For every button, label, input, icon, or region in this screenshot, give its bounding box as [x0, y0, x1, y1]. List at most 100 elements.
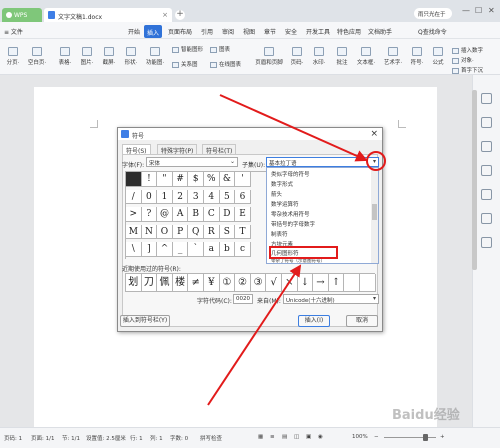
page-number-button[interactable]: 页码· [288, 47, 306, 66]
dropdown-item[interactable]: 数学运算符 [271, 200, 299, 208]
symbol-cell[interactable]: T [235, 224, 251, 240]
recent-symbol[interactable]: 划 [126, 274, 142, 292]
symbol-cell[interactable] [126, 172, 142, 187]
symbol-cell[interactable]: / [126, 189, 142, 205]
symbol-cell[interactable]: 1 [157, 189, 173, 205]
document-tab[interactable]: 文字文稿1.docx × [44, 8, 172, 22]
menu-features[interactable]: 特色应用 [337, 27, 361, 36]
close-tab-icon[interactable]: × [162, 11, 168, 19]
menu-view[interactable]: 视图 [243, 27, 255, 36]
menu-chapter[interactable]: 章节 [264, 27, 276, 36]
view-mode-icon[interactable]: ▦ [258, 434, 263, 440]
sidebar-shape-icon[interactable] [481, 141, 492, 152]
symbol-cell[interactable]: # [172, 172, 189, 187]
recent-symbol[interactable]: → [313, 274, 329, 292]
dropdown-scroll-thumb[interactable] [372, 204, 377, 220]
new-tab-button[interactable]: + [175, 10, 185, 20]
cancel-button[interactable]: 取消 [346, 315, 378, 327]
symbol-cell[interactable]: \ [126, 242, 142, 257]
drop-cap-button[interactable]: 首字下沉 [452, 66, 483, 74]
wps-home-tab[interactable]: WPS [2, 8, 42, 22]
online-chart-button[interactable]: 在线图表 [210, 60, 241, 68]
recent-symbol[interactable]: 佩 [157, 274, 173, 292]
symbol-cell[interactable]: @ [157, 207, 173, 222]
zoom-in-icon[interactable]: + [440, 434, 445, 440]
screenshot-button[interactable]: 截屏· [100, 47, 118, 66]
menu-references[interactable]: 引用 [201, 27, 213, 36]
symbol-cell[interactable]: 6 [235, 189, 251, 205]
menu-dev-tools[interactable]: 开发工具 [306, 27, 330, 36]
menu-doc-assistant[interactable]: 文档助手 [368, 27, 392, 36]
recent-symbol[interactable]: ↑ [328, 274, 345, 292]
menu-home[interactable]: 开始 [128, 27, 140, 36]
recent-symbol[interactable] [344, 274, 360, 292]
blank-page-button[interactable]: 空白页· [26, 47, 48, 66]
menu-page-layout[interactable]: 页面布局 [168, 27, 192, 36]
symbol-cell[interactable]: " [157, 172, 173, 187]
sidebar-style-icon[interactable] [481, 93, 492, 104]
sidebar-backup-icon[interactable] [481, 213, 492, 224]
dropdown-item[interactable]: 类似字母的符号 [271, 170, 310, 178]
symbol-cell[interactable]: b [219, 242, 236, 257]
symbol-cell[interactable]: A [172, 207, 189, 222]
recent-symbol[interactable]: √ [266, 274, 282, 292]
web-view-icon[interactable]: ◫ [294, 434, 299, 440]
symbol-cell[interactable]: 2 [172, 189, 189, 205]
function-chart-button[interactable]: 功能图· [144, 47, 166, 66]
read-mode-icon[interactable]: ▣ [306, 434, 311, 440]
dropdown-item[interactable]: 制表符 [271, 230, 288, 238]
symbol-button[interactable]: 符号· [408, 47, 426, 66]
recent-symbol[interactable]: × [282, 274, 298, 292]
symbol-cell[interactable]: % [204, 172, 220, 187]
sidebar-select-icon[interactable] [481, 117, 492, 128]
symbol-cell[interactable]: 5 [219, 189, 236, 205]
subset-select[interactable]: 基本拉丁语 ▾ [266, 157, 379, 167]
tab-special-characters[interactable]: 特殊字符(P) [157, 144, 198, 155]
menu-insert[interactable]: 插入 [144, 25, 162, 38]
tab-symbol-bar[interactable]: 符号栏(T) [202, 144, 237, 155]
picture-button[interactable]: 图片· [78, 47, 96, 66]
dropdown-item[interactable]: 数字形式 [271, 180, 293, 188]
symbol-cell[interactable]: $ [188, 172, 204, 187]
header-footer-button[interactable]: 页眉和页脚 [252, 47, 286, 66]
symbol-cell[interactable]: a [204, 242, 220, 257]
relation-chart-button[interactable]: 关系图 [172, 60, 198, 68]
symbol-cell[interactable]: N [141, 224, 158, 240]
symbol-cell[interactable]: & [219, 172, 236, 187]
symbol-cell[interactable]: ] [141, 242, 158, 257]
symbol-cell[interactable]: 0 [141, 189, 158, 205]
eye-protection-icon[interactable]: ◉ [318, 434, 323, 440]
watermark-button[interactable]: 水印· [310, 47, 328, 66]
menu-file[interactable]: ≡ 文件 [4, 27, 23, 36]
menu-security[interactable]: 安全 [285, 27, 297, 36]
dropdown-item[interactable]: 带括号的字母数字 [271, 220, 315, 228]
insert-number-button[interactable]: 插入数字 [452, 46, 483, 54]
formula-button[interactable]: 公式 [430, 47, 446, 66]
tab-symbols[interactable]: 符号(S) [122, 144, 151, 155]
recent-symbol[interactable] [360, 274, 376, 292]
symbol-cell[interactable]: 3 [188, 189, 204, 205]
zoom-slider-handle[interactable] [423, 434, 428, 441]
dropdown-item[interactable]: 零杂技术用符号 [271, 210, 310, 218]
recent-symbol[interactable]: 刀 [141, 274, 158, 292]
symbol-cell[interactable]: ` [188, 242, 204, 257]
zoom-slider[interactable] [384, 437, 436, 438]
shape-button[interactable]: 形状· [122, 47, 140, 66]
symbol-cell[interactable]: R [204, 224, 220, 240]
sidebar-edit-icon[interactable] [481, 165, 492, 176]
recent-symbol[interactable]: 楼 [172, 274, 189, 292]
symbol-cell[interactable]: ! [141, 172, 158, 187]
dialog-close-icon[interactable]: × [370, 129, 378, 139]
symbol-cell[interactable]: E [235, 207, 251, 222]
recent-symbol[interactable]: ① [219, 274, 236, 292]
recent-symbol[interactable]: ≠ [188, 274, 204, 292]
encoding-select[interactable]: Unicode(十六进制) ▾ [283, 294, 379, 304]
symbol-cell[interactable]: C [204, 207, 220, 222]
sidebar-share-icon[interactable] [481, 189, 492, 200]
user-account-button[interactable]: 雨只光在于 [414, 8, 452, 19]
object-button[interactable]: 对象· [452, 56, 474, 64]
insert-button[interactable]: 插入(I) [298, 315, 330, 327]
symbol-cell[interactable]: > [126, 207, 142, 222]
outline-view-icon[interactable]: ≡ [270, 434, 275, 440]
symbol-cell[interactable]: c [235, 242, 251, 257]
